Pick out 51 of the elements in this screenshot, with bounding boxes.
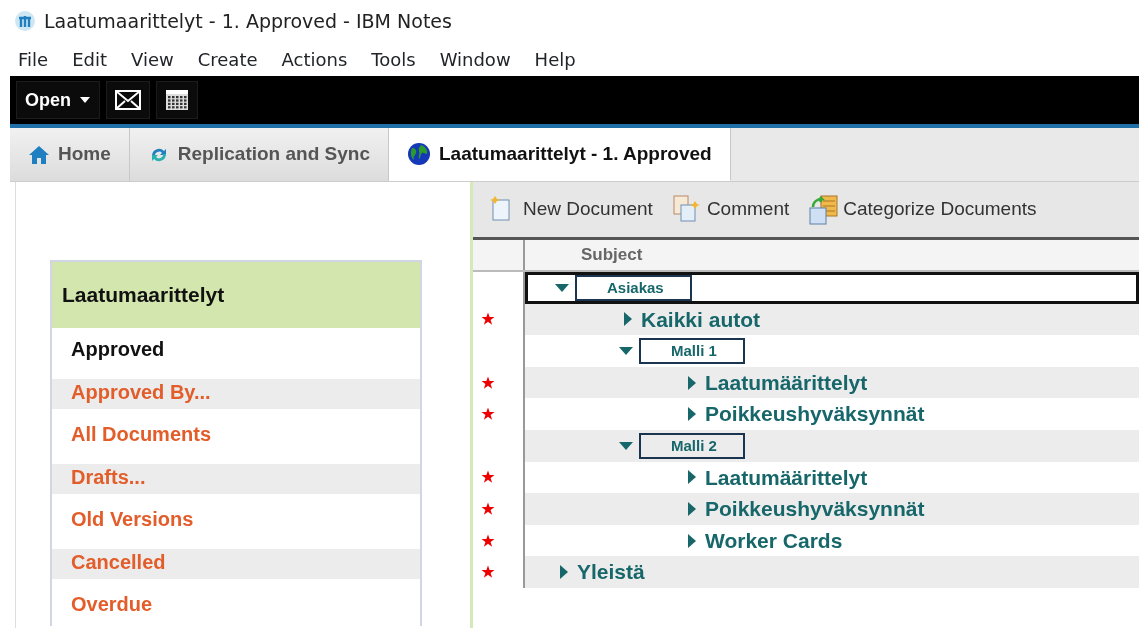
app-icon <box>14 10 36 32</box>
envelope-icon <box>115 90 141 110</box>
category-name: Laatumäärittelyt <box>705 369 868 396</box>
tab[interactable]: Home <box>10 128 130 181</box>
navigator-item[interactable]: Overdue <box>52 583 420 626</box>
globe-icon <box>406 142 431 166</box>
navigator-item[interactable]: Approved <box>52 328 420 371</box>
category-label: Malli 1 <box>639 338 745 364</box>
category-name: Poikkeushyväksynnät <box>705 496 925 523</box>
calendar-icon <box>165 88 189 112</box>
house-icon <box>28 144 50 165</box>
menu-item[interactable]: View <box>127 45 178 73</box>
menu-item[interactable]: Actions <box>277 45 352 73</box>
navigator-title: Laatumaarittelyt <box>52 262 420 328</box>
category-name: Laatumäärittelyt <box>705 464 868 491</box>
menu-item[interactable]: Help <box>530 45 580 73</box>
category-name: Poikkeushyväksynnät <box>705 401 925 428</box>
tab[interactable]: Laatumaarittelyt - 1. Approved <box>388 128 731 181</box>
toolbar-button[interactable]: Categorize Documents <box>809 194 1037 225</box>
view-row[interactable]: Yleistä <box>525 556 1139 588</box>
view-row[interactable]: Kaikki autot <box>525 303 1139 336</box>
toolbar-button[interactable]: New Document <box>489 194 653 225</box>
column-header[interactable]: Subject <box>525 240 643 270</box>
calendar-button[interactable] <box>156 81 198 119</box>
navigator-item[interactable]: All Documents <box>52 413 420 456</box>
category-name: Yleistä <box>577 559 645 586</box>
view-row[interactable]: Laatumäärittelyt <box>525 366 1139 399</box>
mail-button[interactable] <box>106 81 150 119</box>
view-row[interactable]: Poikkeushyväksynnät <box>525 493 1139 525</box>
menu-item[interactable]: Window <box>435 45 515 73</box>
view-row[interactable]: Worker Cards <box>525 524 1139 557</box>
caret-icon <box>79 96 91 104</box>
documents-icon <box>809 194 840 225</box>
navigator-item[interactable]: Old Versions <box>52 498 420 541</box>
tab[interactable]: Replication and Sync <box>129 128 389 181</box>
menu-item[interactable]: Tools <box>367 45 420 73</box>
open-button[interactable]: Open <box>16 81 100 119</box>
toolbar-button[interactable]: Comment <box>672 194 790 225</box>
category-label: Asiakas <box>575 274 692 301</box>
category-name: Kaikki autot <box>641 306 761 333</box>
window-title: Laatumaarittelyt - 1. Approved - IBM Notes <box>44 8 452 34</box>
category-name: Worker Cards <box>705 527 843 554</box>
category-label: Malli 2 <box>639 432 745 459</box>
view-row[interactable]: Malli 2 <box>525 429 1139 462</box>
view-row[interactable]: Asiakas <box>525 272 1139 304</box>
menu-item[interactable]: Create <box>193 45 262 73</box>
menu-item[interactable]: Edit <box>68 45 111 73</box>
view-row[interactable]: Poikkeushyväksynnät <box>525 398 1139 430</box>
view-row[interactable]: Malli 1 <box>525 335 1139 367</box>
menu-item[interactable]: File <box>14 45 53 73</box>
view-row[interactable]: Laatumäärittelyt <box>525 461 1139 494</box>
